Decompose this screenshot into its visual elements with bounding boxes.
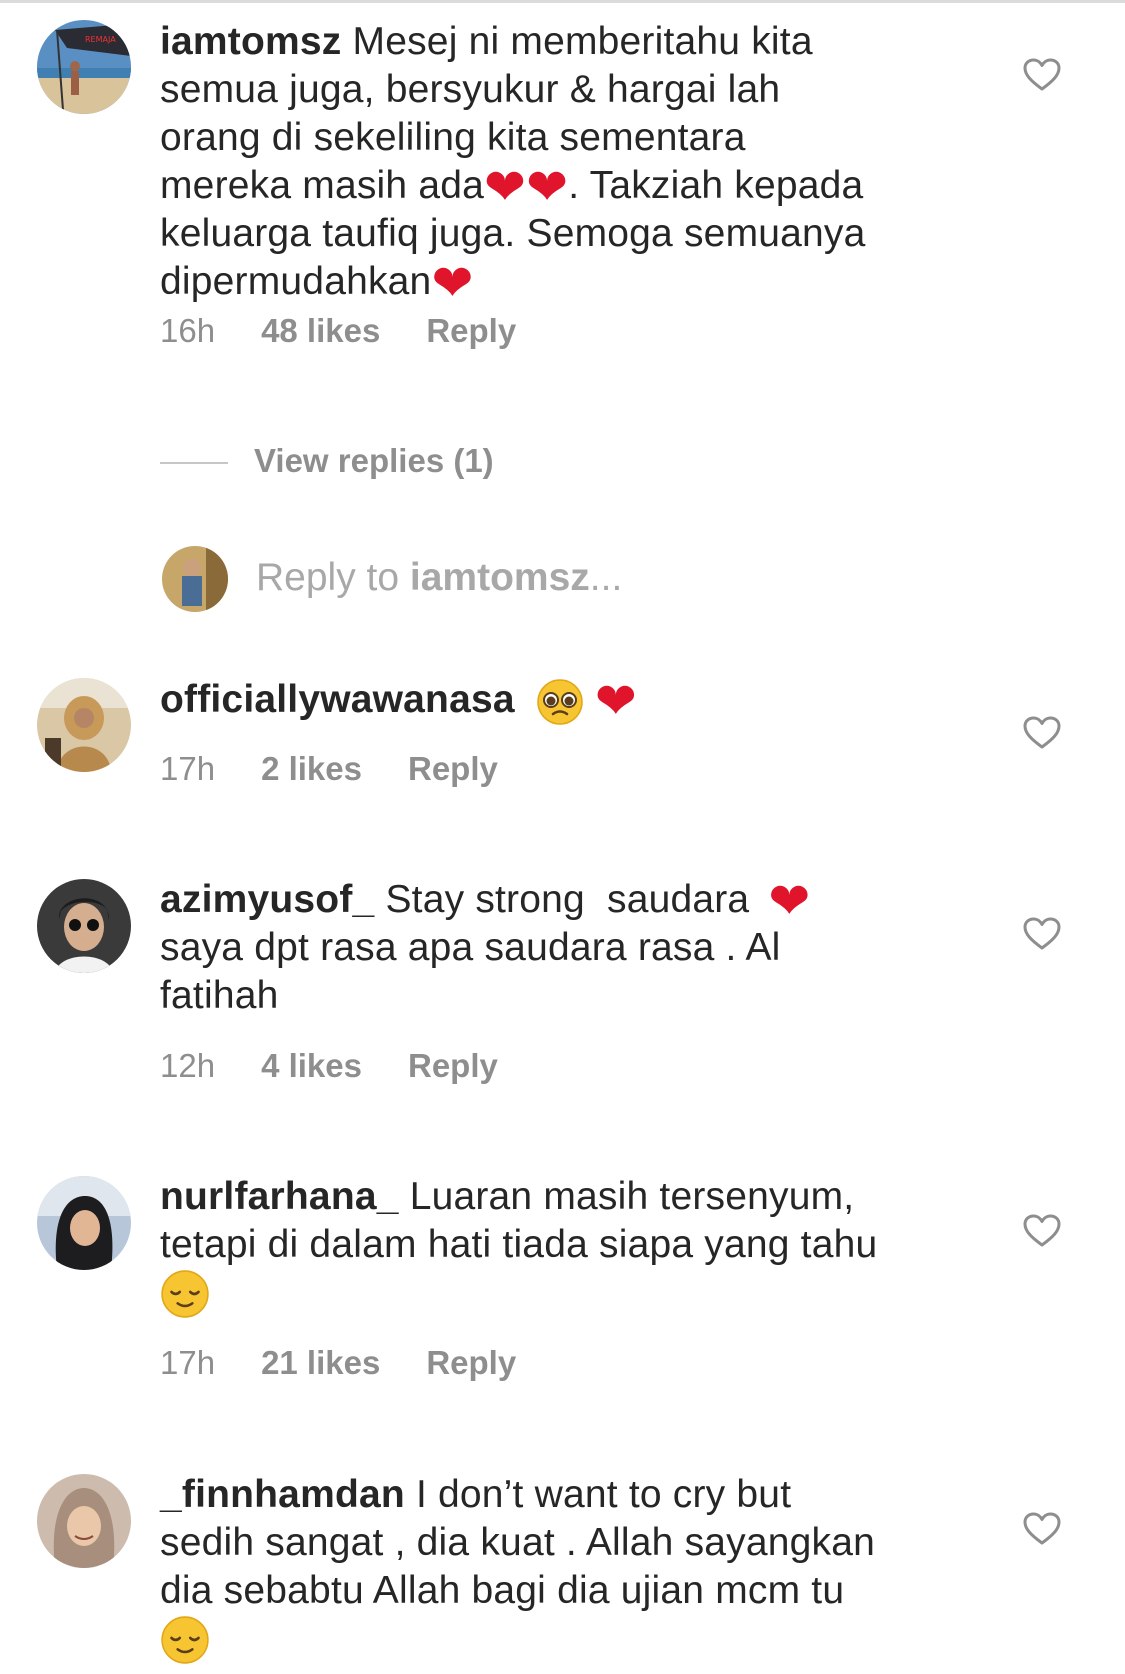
comment-text: _finnhamdan I don’t want to cry but sedi…	[160, 1471, 960, 1665]
comment-text: iamtomsz Mesej ni memberitahu kita semua…	[160, 18, 960, 312]
red-heart-emoji: ❤	[768, 872, 811, 930]
reply-to-placeholder[interactable]: Reply to iamtomsz...	[256, 556, 622, 600]
comment-line: keluarga taufiq juga. Semoga semuanya	[160, 212, 866, 255]
reply-button[interactable]: Reply	[426, 1344, 516, 1382]
red-heart-emoji: ❤	[431, 254, 474, 312]
avatar-iamtomsz[interactable]: REMAJA	[37, 20, 131, 114]
avatar-nurlfarhana[interactable]	[37, 1176, 131, 1270]
comment-meta: 12h 4 likes Reply	[160, 1047, 544, 1085]
comment-line: I don’t want to cry but	[415, 1473, 792, 1516]
heart-outline-icon[interactable]	[1023, 716, 1061, 750]
comment-username[interactable]: nurlfarhana_	[160, 1175, 399, 1218]
avatar-azimyusof[interactable]	[37, 879, 131, 973]
reply-to-username: iamtomsz	[409, 556, 590, 599]
comment-time: 17h	[160, 750, 216, 787]
comment-line: Mesej ni memberitahu kita	[352, 20, 813, 63]
comment-username[interactable]: azimyusof_	[160, 878, 374, 921]
red-heart-emoji: ❤	[594, 672, 637, 730]
comment-line: fatihah	[160, 974, 279, 1017]
comment-line: mereka masih ada	[160, 164, 485, 207]
comment-username[interactable]: _finnhamdan	[160, 1473, 405, 1516]
comment-time: 17h	[160, 1344, 216, 1381]
comment-meta: 17h 2 likes Reply	[160, 750, 544, 788]
comment-line: sedih sangat , dia kuat . Allah sayangka…	[160, 1521, 876, 1564]
comment-line: Stay strong saudara	[385, 878, 750, 921]
reply-button[interactable]: Reply	[408, 750, 498, 788]
red-heart-emoji: ❤	[526, 158, 569, 216]
relieved-face-emoji	[160, 1615, 210, 1665]
reply-button[interactable]: Reply	[408, 1047, 498, 1085]
view-replies-label: View replies (1)	[254, 442, 494, 479]
heart-outline-icon[interactable]	[1023, 1512, 1061, 1546]
likes-count[interactable]: 2 likes	[261, 750, 362, 788]
comment-text: nurlfarhana_ Luaran masih tersenyum, tet…	[160, 1173, 960, 1319]
reply-to-ellipsis: ...	[589, 556, 623, 599]
comment-line: orang di sekeliling kita sementara	[160, 116, 746, 159]
pleading-face-emoji	[536, 678, 584, 726]
svg-text:REMAJA: REMAJA	[85, 35, 116, 44]
comment-line: semua juga, bersyukur & hargai lah	[160, 68, 781, 111]
avatar-finnhamdan[interactable]	[37, 1474, 131, 1568]
comment-line: . Takziah kepada	[568, 164, 864, 207]
comment-meta: 17h 21 likes Reply	[160, 1344, 562, 1382]
comment-time: 16h	[160, 312, 216, 349]
comment-text: azimyusof_ Stay strong saudara ❤ saya dp…	[160, 876, 960, 1020]
reply-button[interactable]: Reply	[426, 312, 516, 350]
relieved-face-emoji	[160, 1269, 210, 1319]
current-user-avatar	[162, 546, 228, 612]
likes-count[interactable]: 21 likes	[261, 1344, 380, 1382]
red-heart-emoji: ❤	[484, 158, 527, 216]
comment-line: dipermudahkan	[160, 260, 432, 303]
heart-outline-icon[interactable]	[1023, 917, 1061, 951]
comment-line: tetapi di dalam hati tiada siapa yang ta…	[160, 1223, 878, 1266]
comment-line: saya dpt rasa apa saudara rasa . Al	[160, 926, 781, 969]
comment-meta: 16h 48 likes Reply	[160, 312, 562, 350]
likes-count[interactable]: 48 likes	[261, 312, 380, 350]
comment-time: 12h	[160, 1047, 216, 1084]
thread-line	[160, 462, 228, 465]
heart-outline-icon[interactable]	[1023, 1214, 1061, 1248]
heart-outline-icon[interactable]	[1023, 58, 1061, 92]
avatar-officiallywawanasa[interactable]	[37, 678, 131, 772]
comment-line: dia sebabtu Allah bagi dia ujian mcm tu	[160, 1569, 845, 1612]
view-replies-button[interactable]: View replies (1)	[160, 442, 494, 482]
comment-username[interactable]: iamtomsz	[160, 20, 341, 63]
reply-to-prefix: Reply to	[256, 556, 410, 599]
comment-line: Luaran masih tersenyum,	[409, 1175, 855, 1218]
comment-text: officiallywawanasa ❤	[160, 676, 960, 726]
comment-username[interactable]: officiallywawanasa	[160, 678, 515, 721]
top-divider	[0, 0, 1125, 3]
likes-count[interactable]: 4 likes	[261, 1047, 362, 1085]
